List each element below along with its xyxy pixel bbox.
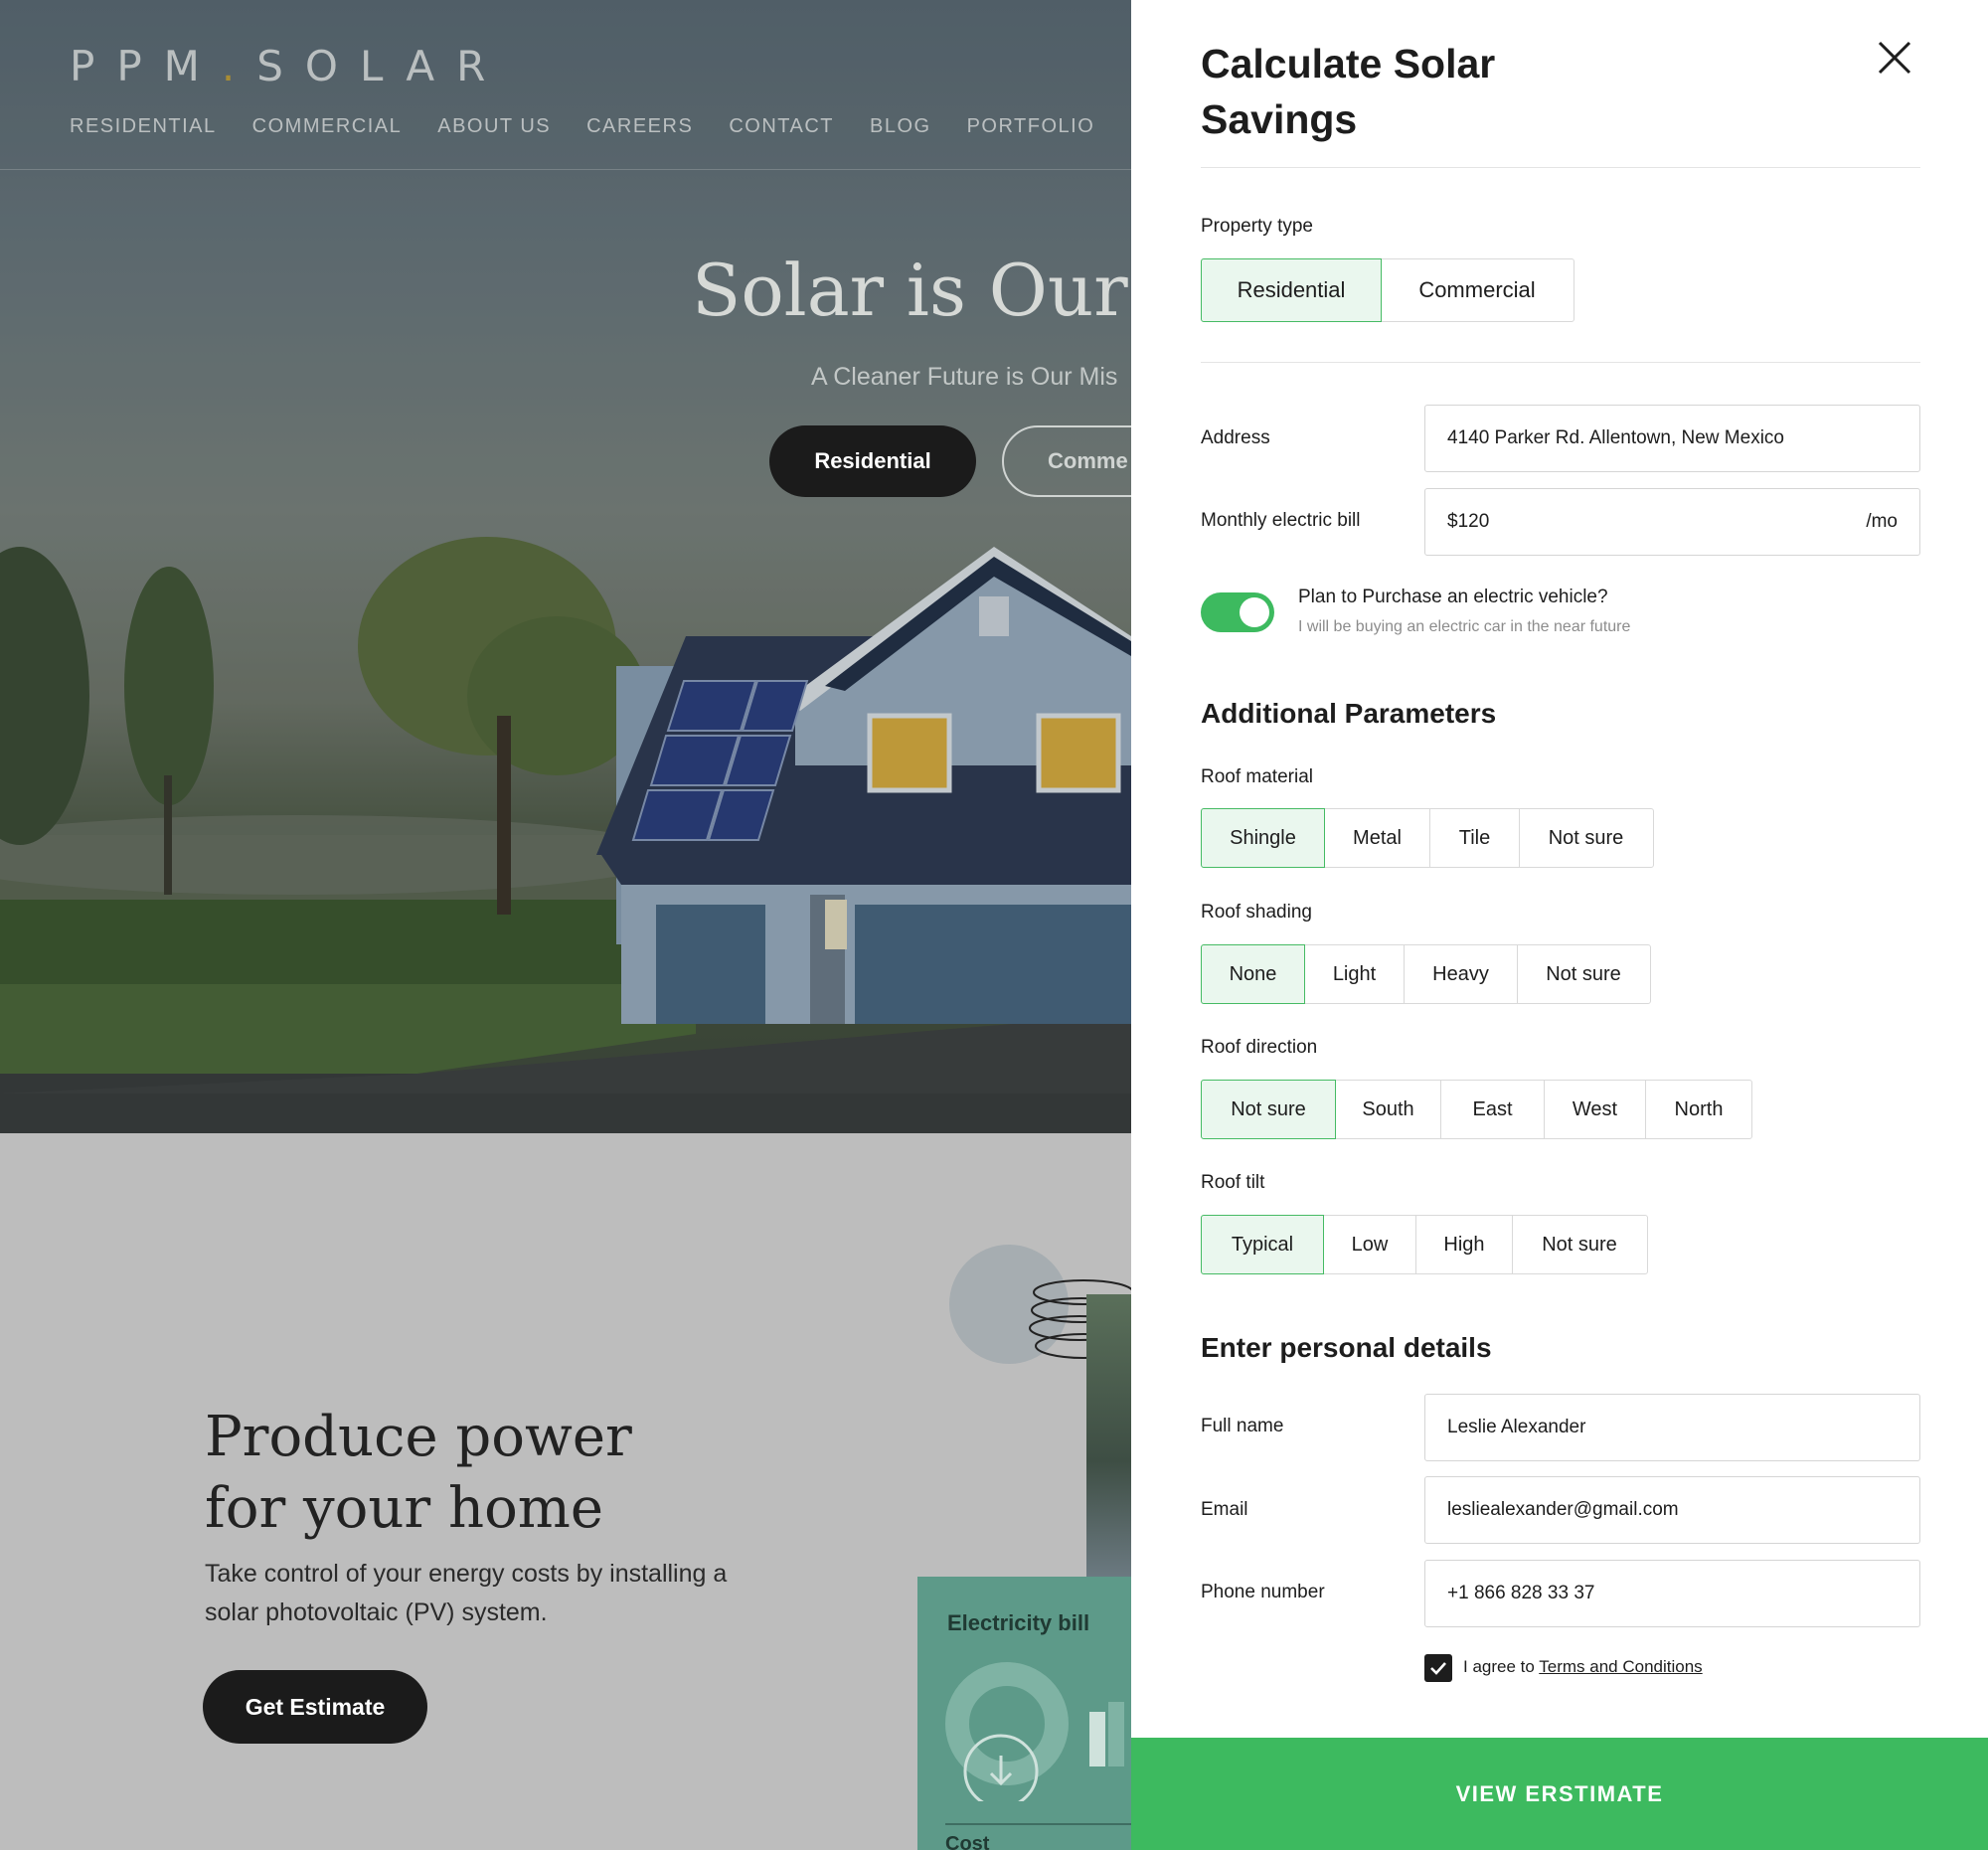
panel-title: Calculate Solar Savings xyxy=(1201,41,1496,142)
toggle-knob xyxy=(1240,597,1269,627)
roof-tilt-label: Roof tilt xyxy=(1201,1172,1265,1193)
roof-shading-none[interactable]: None xyxy=(1201,944,1305,1004)
divider xyxy=(1201,167,1920,168)
close-button[interactable] xyxy=(1871,34,1918,82)
roof-shading-label: Roof shading xyxy=(1201,902,1312,923)
roof-shading-not-sure[interactable]: Not sure xyxy=(1516,944,1651,1004)
hero-residential-button[interactable]: Residential xyxy=(769,425,976,497)
email-field[interactable]: lesliealexander@gmail.com xyxy=(1424,1476,1920,1544)
personal-details-heading: Enter personal details xyxy=(1201,1332,1492,1363)
email-label: Email xyxy=(1201,1499,1248,1520)
produce-section: Produce power for your home Take control… xyxy=(0,1133,1131,1850)
property-type-selector: Residential Commercial xyxy=(1201,258,1574,322)
roof-shading-selector: None Light Heavy Not sure xyxy=(1201,944,1651,1004)
roof-tilt-typical[interactable]: Typical xyxy=(1201,1215,1324,1274)
phone-field[interactable]: +1 866 828 33 37 xyxy=(1424,1560,1920,1627)
full-name-label: Full name xyxy=(1201,1416,1284,1436)
roof-material-selector: Shingle Metal Tile Not sure xyxy=(1201,808,1654,868)
roof-tilt-high[interactable]: High xyxy=(1415,1215,1513,1274)
bill-card-cost-label: Cost xyxy=(945,1833,990,1850)
hero-subtitle: A Cleaner Future is Our Mis xyxy=(811,363,1118,391)
property-type-label: Property type xyxy=(1201,216,1313,237)
property-type-commercial[interactable]: Commercial xyxy=(1380,258,1574,322)
bill-card-divider xyxy=(945,1823,1131,1825)
roof-direction-west[interactable]: West xyxy=(1543,1080,1647,1139)
hero-title: Solar is Our Pa xyxy=(692,249,1131,332)
full-name-field[interactable]: Leslie Alexander xyxy=(1424,1394,1920,1461)
roof-direction-south[interactable]: South xyxy=(1334,1080,1442,1139)
roof-direction-north[interactable]: North xyxy=(1645,1080,1752,1139)
roof-direction-selector: Not sure South East West North xyxy=(1201,1080,1752,1139)
address-field[interactable]: 4140 Parker Rd. Allentown, New Mexico xyxy=(1424,405,1920,472)
checkmark-icon xyxy=(1430,1662,1446,1675)
roof-material-shingle[interactable]: Shingle xyxy=(1201,808,1325,868)
roof-material-not-sure[interactable]: Not sure xyxy=(1518,808,1654,868)
terms-link[interactable]: Terms and Conditions xyxy=(1539,1657,1702,1676)
terms-agreement: I agree to Terms and Conditions xyxy=(1463,1657,1703,1676)
monthly-bill-label: Monthly electric bill xyxy=(1201,510,1361,531)
roof-material-label: Roof material xyxy=(1201,766,1313,787)
per-month-suffix: /mo xyxy=(1866,511,1898,532)
roof-shading-light[interactable]: Light xyxy=(1303,944,1406,1004)
roof-material-metal[interactable]: Metal xyxy=(1323,808,1431,868)
additional-parameters-heading: Additional Parameters xyxy=(1201,698,1497,729)
property-type-residential[interactable]: Residential xyxy=(1201,258,1382,322)
roof-material-tile[interactable]: Tile xyxy=(1429,808,1520,868)
ev-toggle-title: Plan to Purchase an electric vehicle? xyxy=(1298,587,1608,607)
divider xyxy=(1201,362,1920,363)
hero-section: PPM.SOLAR RESIDENTIAL COMMERCIAL ABOUT U… xyxy=(0,0,1131,1133)
monthly-bill-field[interactable]: $120 /mo xyxy=(1424,488,1920,556)
produce-copy: Take control of your energy costs by ins… xyxy=(205,1560,728,1626)
phone-label: Phone number xyxy=(1201,1582,1325,1602)
ev-toggle-subtitle: I will be buying an electric car in the … xyxy=(1298,618,1631,635)
roof-direction-label: Roof direction xyxy=(1201,1037,1318,1058)
hero-commercial-button[interactable]: Comme xyxy=(1002,425,1131,497)
bill-card-title: Electricity bill xyxy=(947,1610,1090,1635)
address-label: Address xyxy=(1201,427,1270,448)
calculator-panel: Calculate Solar Savings Property type Re… xyxy=(1131,0,1988,1850)
donut-chart-icon xyxy=(945,1662,1124,1801)
produce-title: Produce power for your home xyxy=(205,1405,632,1541)
roof-tilt-selector: Typical Low High Not sure xyxy=(1201,1215,1648,1274)
roof-tilt-not-sure[interactable]: Not sure xyxy=(1511,1215,1648,1274)
ev-toggle[interactable] xyxy=(1201,592,1274,632)
roof-tilt-low[interactable]: Low xyxy=(1322,1215,1417,1274)
terms-checkbox[interactable] xyxy=(1424,1654,1452,1682)
close-icon xyxy=(1878,41,1911,75)
view-estimate-button[interactable]: VIEW ERSTIMATE xyxy=(1131,1738,1988,1850)
overlay-scrim xyxy=(0,0,1131,1133)
get-estimate-button[interactable]: Get Estimate xyxy=(203,1670,427,1744)
roof-direction-not-sure[interactable]: Not sure xyxy=(1201,1080,1336,1139)
electricity-bill-card: Electricity bill Cost xyxy=(917,1577,1131,1850)
roof-direction-east[interactable]: East xyxy=(1440,1080,1545,1139)
roof-shading-heavy[interactable]: Heavy xyxy=(1404,944,1518,1004)
